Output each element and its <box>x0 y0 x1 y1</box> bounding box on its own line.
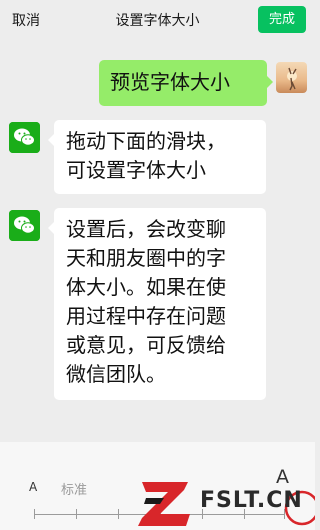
my-message-text: 预览字体大小 <box>110 70 230 94</box>
message-line: 天和朋友圈中的字 <box>66 246 226 270</box>
wechat-avatar <box>9 210 40 241</box>
my-avatar <box>276 62 307 93</box>
wechat-logo-icon <box>9 210 40 241</box>
done-button[interactable]: 完成 <box>258 6 306 33</box>
wechat-avatar <box>9 122 40 153</box>
chat-preview: 预览字体大小 拖动下面的滑块， 可设置字体大小 设置后，会改变聊 天和朋友圈中的… <box>0 40 315 442</box>
slider-tick[interactable] <box>34 509 35 519</box>
peer-message-bubble: 拖动下面的滑块， 可设置字体大小 <box>48 120 266 194</box>
message-line: 拖动下面的滑块， <box>66 129 226 153</box>
message-line: 设置后，会改变聊 <box>66 217 226 241</box>
message-line: 可设置字体大小 <box>66 158 206 182</box>
message-line: 微信团队。 <box>66 362 166 386</box>
my-message-bubble: 预览字体大小 <box>99 60 273 106</box>
message-line: 用过程中存在问题 <box>66 304 226 328</box>
message-line: 体大小。如果在使 <box>66 275 226 299</box>
wechat-logo-icon <box>9 122 40 153</box>
watermark-text: FSLT.CN <box>200 488 303 513</box>
top-bar: 取消 设置字体大小 完成 <box>0 0 315 40</box>
small-font-label: A <box>29 480 38 494</box>
message-line: 或意见，可反馈给 <box>66 333 226 357</box>
slider-tick[interactable] <box>76 509 77 519</box>
slider-tick[interactable] <box>118 509 119 519</box>
peer-message-bubble: 设置后，会改变聊 天和朋友圈中的字 体大小。如果在使 用过程中存在问题 或意见，… <box>48 208 266 400</box>
standard-label: 标准 <box>61 483 88 498</box>
